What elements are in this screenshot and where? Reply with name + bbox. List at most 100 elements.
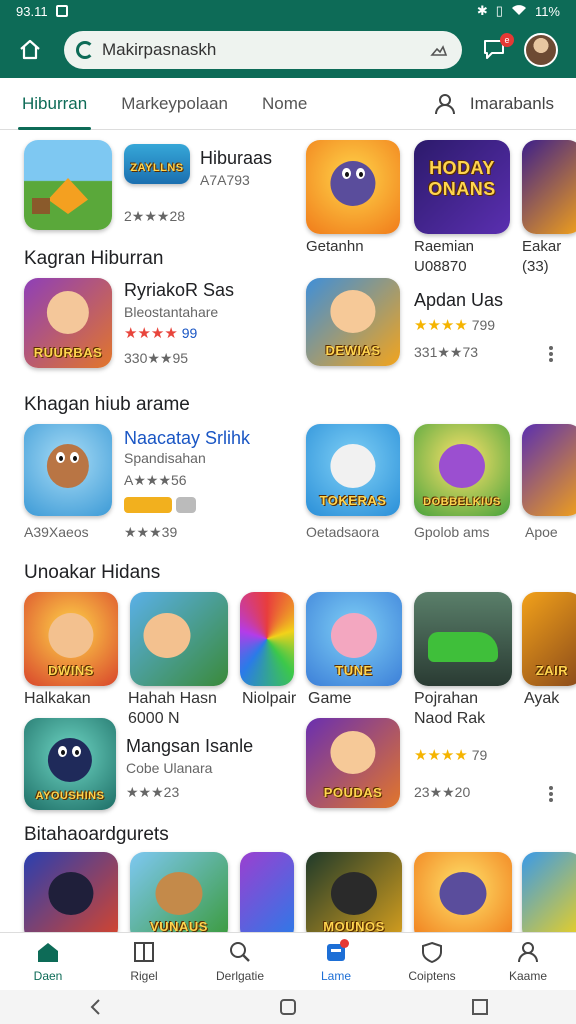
card-title-game[interactable]: Game — [308, 690, 352, 708]
person-icon — [434, 94, 455, 115]
app-downloads-naacatay: A39Xaeos — [24, 524, 89, 540]
app-icon-pojrahan[interactable] — [414, 592, 512, 686]
app-icon-niolpair[interactable] — [240, 592, 294, 686]
account-tab-label: Imarabanls — [469, 94, 554, 113]
app-stars-ryriakor: ★★★★ 99 — [124, 325, 198, 342]
nav-search[interactable]: Derlgatie — [192, 933, 288, 990]
app-sub-naacatay: Spandisahan — [124, 450, 206, 466]
app-rating-naacatay: A★★★56 — [124, 472, 187, 488]
notification-badge: e — [500, 33, 514, 47]
app-title-apdan[interactable]: Apdan Uas — [414, 290, 503, 311]
app-icon-gpolob[interactable]: DOBBELKIUS — [414, 424, 510, 516]
section-title-4: Bitahaoardgurets — [24, 824, 169, 845]
app-icon-game[interactable]: TUNE — [306, 592, 402, 686]
card-title-oetadsaora[interactable]: Oetadsaora — [306, 524, 379, 540]
app-icon-apdan[interactable]: DEWIAS — [306, 278, 400, 366]
card-title-hahah[interactable]: Hahah Hasn — [128, 690, 217, 708]
app-stars-apdan: ★★★★ 799 — [414, 317, 496, 334]
app-icon-naacatay[interactable] — [24, 424, 112, 516]
tab-nome[interactable]: Nome — [262, 78, 307, 130]
app-icon-ayak[interactable]: ZAIR — [522, 592, 576, 686]
app-icon-1[interactable] — [24, 140, 112, 230]
search-icon — [230, 941, 250, 962]
app-sub-mangsan: Cobe Ulanara — [126, 760, 213, 776]
more-options-icon[interactable] — [549, 346, 553, 364]
app-icon-poudas[interactable]: POUDAS — [306, 718, 400, 808]
app-icon-s4-2[interactable]: VUNAUS — [130, 852, 228, 932]
card-title-gpolob[interactable]: Gpolob ams — [414, 524, 489, 540]
app-icon-s4-6[interactable] — [522, 852, 576, 932]
back-icon[interactable] — [86, 997, 106, 1017]
app-title-1[interactable]: Hiburaas — [200, 148, 272, 169]
card-title-ayak[interactable]: Ayak — [524, 690, 559, 708]
nav-rigel-label: Rigel — [130, 968, 158, 983]
app-title-ryriakor[interactable]: RyriakoR Sas — [124, 280, 234, 301]
search-bar[interactable] — [64, 31, 462, 69]
category-tabs: Hiburran Markeypolaan Nome Imarabanls — [0, 78, 576, 130]
app-icon-halkakan[interactable]: DWINS — [24, 592, 118, 686]
notifications-button[interactable]: e — [480, 33, 514, 65]
home-icon[interactable] — [10, 30, 50, 70]
tab-hiburran[interactable]: Hiburran — [17, 78, 92, 130]
app-icon-s4-4[interactable]: MOUNOS — [306, 852, 402, 932]
nav-profile[interactable]: Kaame — [480, 933, 576, 990]
more-options-icon-2[interactable] — [549, 786, 553, 804]
app-icon-getanhn[interactable] — [306, 140, 400, 234]
card-title-halkakan[interactable]: Halkakan — [24, 690, 91, 708]
avatar[interactable] — [524, 33, 558, 67]
nav-games-label: Lame — [320, 968, 352, 983]
app-icon-raemian[interactable]: HODAY ONANS — [414, 140, 510, 234]
recents-icon[interactable] — [470, 997, 490, 1017]
battery-level: 11% — [534, 3, 560, 19]
app-icon-oetadsaora[interactable]: TOKERAS — [306, 424, 400, 516]
card-sub-hahah: 6000 N — [128, 710, 180, 727]
search-input[interactable] — [102, 40, 428, 60]
app-icon-eakar[interactable] — [522, 140, 576, 234]
app-rating-line-1: 2★★★28 — [124, 208, 186, 224]
section-title-2: Khagan hiub arame — [24, 394, 190, 415]
account-tab[interactable]: Imarabanls — [434, 78, 554, 130]
app-icon-apoe[interactable] — [522, 424, 576, 516]
app-rating-1: A7A793 — [200, 172, 250, 188]
app-title-mangsan[interactable]: Mangsan Isanle — [126, 736, 253, 757]
app-bar: e — [0, 22, 576, 78]
card-sub-raemian: U08870 — [414, 258, 467, 275]
nav-rigel[interactable]: Rigel — [96, 933, 192, 990]
home-nav-icon — [38, 942, 58, 962]
nav-home[interactable]: Daen — [0, 933, 96, 990]
content-feed: ZAYLLNS Hiburaas A7A793 2★★★28 HODAY ONA… — [0, 130, 576, 932]
home-circle-icon[interactable] — [278, 997, 298, 1017]
app-icon-s4-5[interactable] — [414, 852, 512, 932]
app-rating-mangsan: ★★★23 — [126, 784, 180, 800]
app-icon-s4-1[interactable] — [24, 852, 118, 932]
app-icon-s4-3[interactable] — [240, 852, 294, 932]
app-sub-ryriakor: Bleostantahare — [124, 304, 219, 320]
app-icon-mangsan[interactable]: AYOUSHINS — [24, 718, 116, 810]
app-icon-hahah[interactable] — [130, 592, 228, 686]
app-banner-icon[interactable]: ZAYLLNS — [124, 144, 190, 184]
nav-search-label: Derlgatie — [215, 968, 265, 983]
section-title-3: Unoakar Hidans — [24, 562, 161, 583]
app-icon-ryriakor[interactable]: RUURBAS — [24, 278, 112, 368]
nav-badge — [339, 939, 349, 948]
tab-markeypolaan[interactable]: Markeypolaan — [121, 78, 228, 130]
nav-profile-label: Kaame — [508, 968, 548, 983]
card-title-apoe[interactable]: Apoe — [525, 524, 558, 540]
image-search-icon[interactable] — [428, 39, 450, 61]
vibrate-icon: ▯ — [495, 3, 503, 18]
app-title-naacatay[interactable]: Naacatay Srlihk — [124, 428, 250, 449]
card-title-pojrahan[interactable]: Pojrahan — [414, 690, 478, 708]
card-title-getanhn[interactable]: Getanhn — [306, 238, 364, 255]
app-rating-poudas: 23★★20 — [414, 784, 471, 800]
notification-icon — [55, 5, 68, 17]
profile-icon — [518, 941, 538, 962]
app-rating2-naacatay: ★★★39 — [124, 524, 178, 540]
nav-coiptens[interactable]: Coiptens — [384, 933, 480, 990]
card-title-niolpair[interactable]: Niolpair — [242, 690, 296, 708]
app-stars-poudas: ★★★★ 79 — [414, 747, 488, 764]
card-title-eakar[interactable]: Eakar — [522, 238, 561, 255]
card-title-raemian[interactable]: Raemian — [414, 238, 474, 255]
book-icon — [134, 941, 154, 962]
nav-games[interactable]: Lame — [288, 933, 384, 990]
bluetooth-icon: ✱ — [476, 3, 488, 18]
